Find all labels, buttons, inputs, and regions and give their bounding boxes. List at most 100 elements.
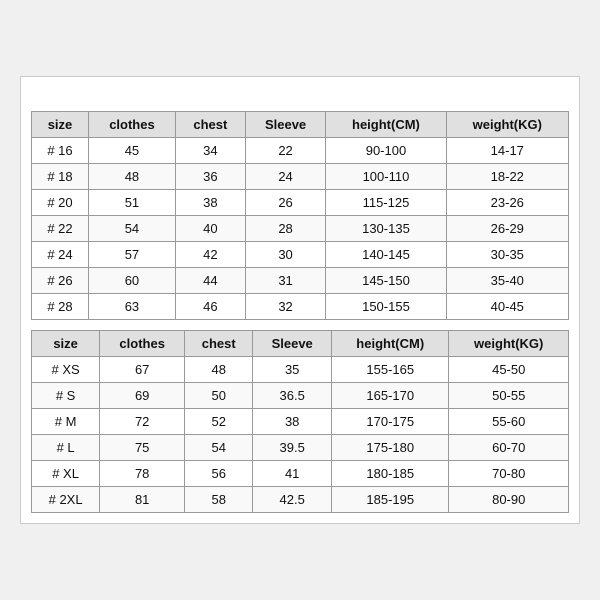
table-cell: 35-40 — [446, 268, 568, 294]
table2-header-cell: chest — [185, 331, 253, 357]
table-row: # XS674835155-16545-50 — [32, 357, 569, 383]
table-cell: 54 — [185, 435, 253, 461]
table-cell: 56 — [185, 461, 253, 487]
table-cell: # 24 — [32, 242, 89, 268]
table-cell: # S — [32, 383, 100, 409]
chart-title — [31, 87, 569, 111]
table-cell: 24 — [245, 164, 326, 190]
table2-header-cell: height(CM) — [332, 331, 449, 357]
table-row: # 26604431145-15035-40 — [32, 268, 569, 294]
table-cell: # 18 — [32, 164, 89, 190]
table1-header-cell: chest — [175, 112, 245, 138]
table-cell: 44 — [175, 268, 245, 294]
table2-header-cell: size — [32, 331, 100, 357]
table-cell: 100-110 — [326, 164, 446, 190]
table-cell: 38 — [175, 190, 245, 216]
table-cell: 69 — [100, 383, 185, 409]
table2-header-cell: Sleeve — [253, 331, 332, 357]
table-cell: # 20 — [32, 190, 89, 216]
table-cell: 35 — [253, 357, 332, 383]
table1-header-cell: Sleeve — [245, 112, 326, 138]
table-cell: # M — [32, 409, 100, 435]
table2-header-row: sizeclotheschestSleeveheight(CM)weight(K… — [32, 331, 569, 357]
table-cell: 72 — [100, 409, 185, 435]
table-cell: 42 — [175, 242, 245, 268]
table-cell: 40-45 — [446, 294, 568, 320]
table-row: # XL785641180-18570-80 — [32, 461, 569, 487]
table-cell: 14-17 — [446, 138, 568, 164]
table-cell: 155-165 — [332, 357, 449, 383]
section-divider — [31, 320, 569, 330]
table-cell: 38 — [253, 409, 332, 435]
table-cell: # L — [32, 435, 100, 461]
table-cell: 58 — [185, 487, 253, 513]
table2-header-cell: weight(KG) — [449, 331, 569, 357]
table1-header-row: sizeclotheschestSleeveheight(CM)weight(K… — [32, 112, 569, 138]
table1-header-cell: weight(KG) — [446, 112, 568, 138]
table-row: # 2XL815842.5185-19580-90 — [32, 487, 569, 513]
table-cell: 145-150 — [326, 268, 446, 294]
table-cell: # 2XL — [32, 487, 100, 513]
table-cell: 185-195 — [332, 487, 449, 513]
table-cell: 50-55 — [449, 383, 569, 409]
table-cell: 130-135 — [326, 216, 446, 242]
table-cell: 51 — [88, 190, 175, 216]
table-cell: 52 — [185, 409, 253, 435]
table-cell: # 16 — [32, 138, 89, 164]
table-cell: 36 — [175, 164, 245, 190]
table-row: # 20513826115-12523-26 — [32, 190, 569, 216]
table-cell: # XS — [32, 357, 100, 383]
table-cell: 150-155 — [326, 294, 446, 320]
table-row: # 1645342290-10014-17 — [32, 138, 569, 164]
table-cell: 175-180 — [332, 435, 449, 461]
table-cell: 26 — [245, 190, 326, 216]
table-cell: 23-26 — [446, 190, 568, 216]
table-cell: 60-70 — [449, 435, 569, 461]
table1-header: sizeclotheschestSleeveheight(CM)weight(K… — [32, 112, 569, 138]
table-row: # 24574230140-14530-35 — [32, 242, 569, 268]
size-table-1: sizeclotheschestSleeveheight(CM)weight(K… — [31, 111, 569, 320]
table-cell: 115-125 — [326, 190, 446, 216]
table-cell: 41 — [253, 461, 332, 487]
table-cell: 57 — [88, 242, 175, 268]
table-cell: 165-170 — [332, 383, 449, 409]
table-cell: # 22 — [32, 216, 89, 242]
table2-body: # XS674835155-16545-50# S695036.5165-170… — [32, 357, 569, 513]
table-cell: 45-50 — [449, 357, 569, 383]
table-cell: 34 — [175, 138, 245, 164]
table-cell: 40 — [175, 216, 245, 242]
table1-header-cell: height(CM) — [326, 112, 446, 138]
table-cell: 63 — [88, 294, 175, 320]
table-cell: 78 — [100, 461, 185, 487]
table-cell: 81 — [100, 487, 185, 513]
table-cell: 170-175 — [332, 409, 449, 435]
table-cell: 31 — [245, 268, 326, 294]
table2-header-cell: clothes — [100, 331, 185, 357]
table-cell: 180-185 — [332, 461, 449, 487]
table-cell: 55-60 — [449, 409, 569, 435]
table-cell: 30 — [245, 242, 326, 268]
table-cell: 32 — [245, 294, 326, 320]
table-cell: 50 — [185, 383, 253, 409]
table-cell: 26-29 — [446, 216, 568, 242]
table-cell: 36.5 — [253, 383, 332, 409]
table-cell: 48 — [88, 164, 175, 190]
table-cell: 67 — [100, 357, 185, 383]
table2-header: sizeclotheschestSleeveheight(CM)weight(K… — [32, 331, 569, 357]
table-row: # M725238170-17555-60 — [32, 409, 569, 435]
table-cell: 54 — [88, 216, 175, 242]
table-cell: 140-145 — [326, 242, 446, 268]
table-cell: # XL — [32, 461, 100, 487]
table-cell: 22 — [245, 138, 326, 164]
table-cell: 45 — [88, 138, 175, 164]
size-table-2: sizeclotheschestSleeveheight(CM)weight(K… — [31, 330, 569, 513]
table-row: # 22544028130-13526-29 — [32, 216, 569, 242]
table1-header-cell: size — [32, 112, 89, 138]
table-cell: 18-22 — [446, 164, 568, 190]
table-row: # S695036.5165-17050-55 — [32, 383, 569, 409]
table-cell: # 28 — [32, 294, 89, 320]
table-cell: 42.5 — [253, 487, 332, 513]
table-cell: 48 — [185, 357, 253, 383]
table-cell: 39.5 — [253, 435, 332, 461]
table-cell: 28 — [245, 216, 326, 242]
